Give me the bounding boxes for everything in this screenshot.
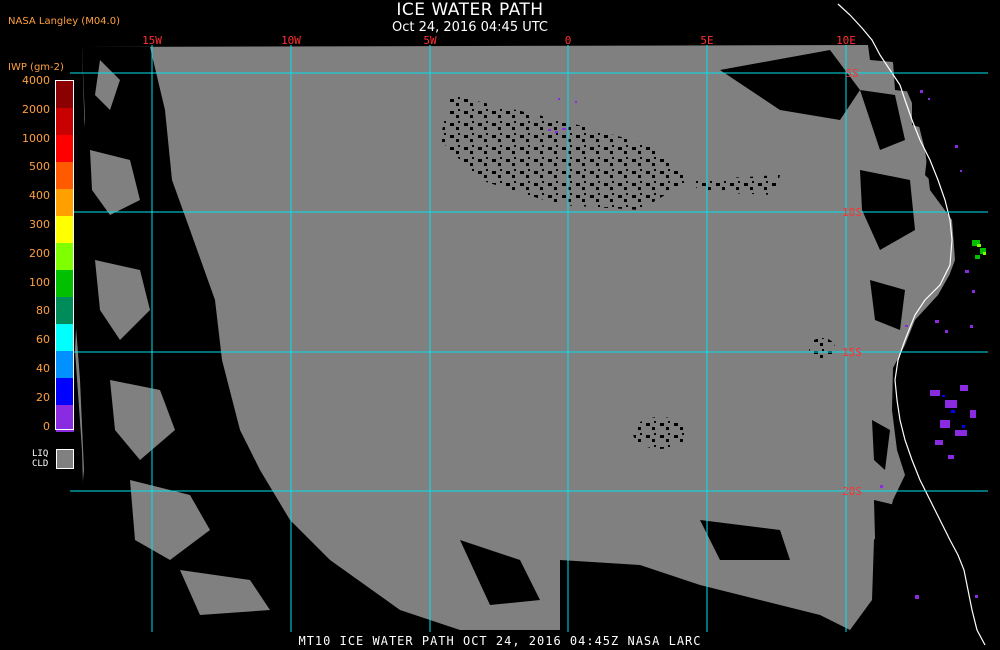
legend-label: 80: [36, 304, 50, 318]
legend-swatch: [56, 378, 74, 405]
longitude-label: 5W: [423, 34, 437, 47]
data-source-label: NASA Langley (M04.0): [8, 16, 120, 27]
legend-swatch: [56, 297, 74, 324]
legend-label: 100: [29, 275, 50, 289]
legend-swatch: [56, 189, 74, 216]
latitude-label: 10S: [842, 206, 862, 219]
legend-swatch: [56, 405, 74, 432]
map-title: ICE WATER PATH: [396, 0, 544, 20]
legend-swatch: [56, 270, 74, 297]
longitude-label: 0: [565, 34, 572, 47]
legend-swatch: [56, 324, 74, 351]
latitude-label: 5S: [845, 67, 858, 80]
legend-label: 300: [29, 218, 50, 231]
longitude-label: 5E: [700, 34, 713, 47]
liquid-cloud-swatch: [56, 449, 74, 469]
latitude-label: 20S: [842, 485, 862, 498]
legend-label: 40: [36, 362, 50, 375]
legend-swatch: [56, 351, 74, 378]
liquid-cloud-label-line1: LIQ: [32, 449, 49, 459]
satellite-map: 15W 10W 5W 0 5E 10E 5S 10S 15S 20S: [0, 0, 1000, 650]
liquid-cloud-label-line2: CLD: [32, 459, 49, 469]
longitude-label: 10E: [836, 34, 856, 47]
legend-label: 500: [29, 160, 50, 174]
footer-caption: MT10 ICE WATER PATH OCT 24, 2016 04:45Z …: [298, 634, 702, 648]
legend-swatch: [56, 162, 74, 189]
legend-swatch: [56, 135, 74, 162]
longitude-label: 15W: [142, 34, 162, 47]
legend-swatch: [56, 216, 74, 243]
legend-label: 0: [43, 419, 50, 433]
legend-label: 60: [36, 333, 50, 347]
legend-label: 1000: [22, 131, 50, 145]
legend-swatch: [56, 108, 74, 135]
legend-title: IWP (gm-2): [8, 62, 64, 73]
latitude-label: 15S: [842, 346, 862, 359]
map-datetime: Oct 24, 2016 04:45 UTC: [392, 20, 548, 35]
legend-label: 20: [36, 390, 50, 404]
legend-label: 4000: [22, 74, 50, 87]
longitude-label: 10W: [281, 34, 301, 47]
legend-label: 200: [29, 246, 50, 260]
legend-swatch: [56, 81, 74, 108]
legend-label: 400: [29, 189, 50, 203]
legend-label: 2000: [22, 102, 50, 116]
legend-swatch: [56, 243, 74, 270]
